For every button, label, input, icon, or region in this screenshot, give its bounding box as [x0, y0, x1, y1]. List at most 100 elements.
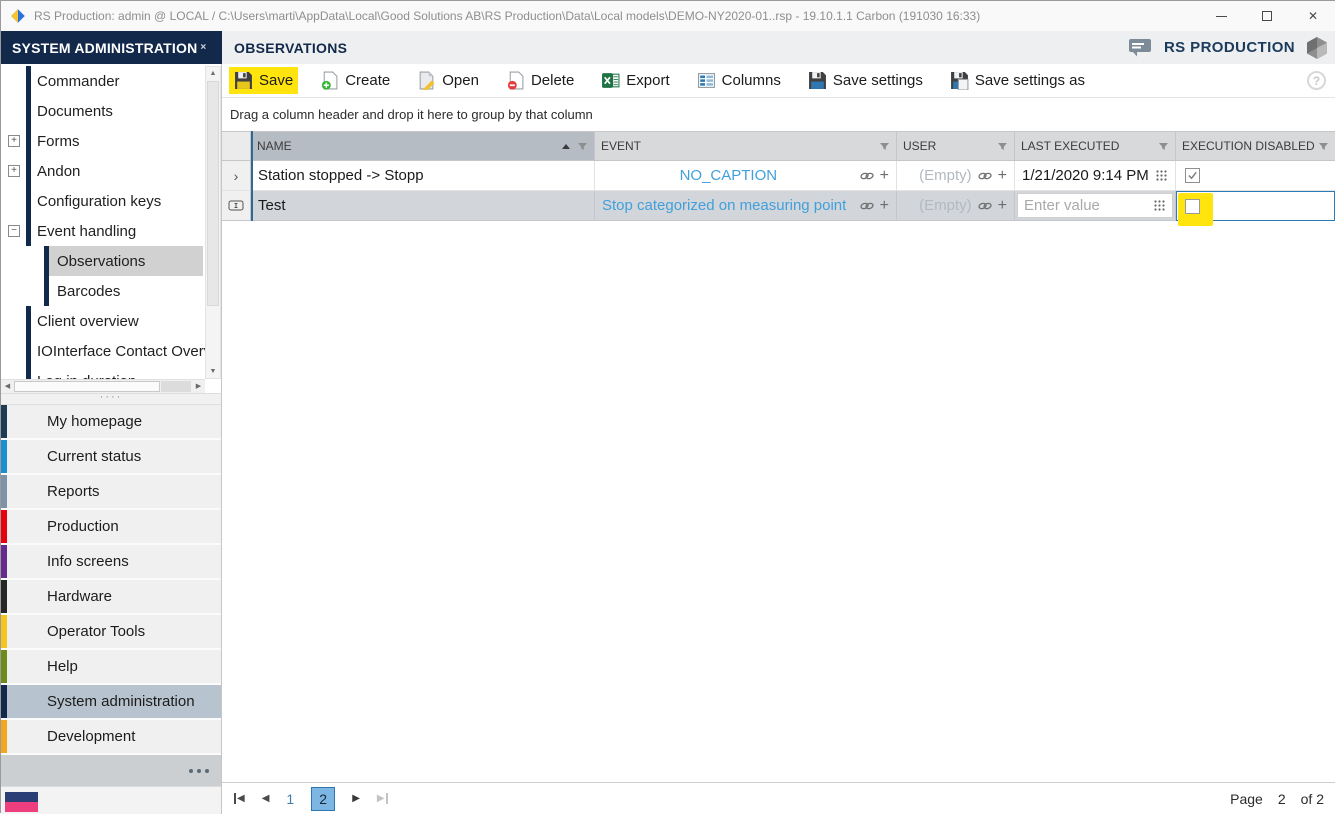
- tree-item-andon[interactable]: +Andon: [1, 156, 205, 186]
- cell-event[interactable]: NO_CAPTION +: [595, 161, 897, 191]
- cell-execution-disabled[interactable]: [1176, 161, 1335, 191]
- pager-page-1[interactable]: 1: [286, 791, 294, 807]
- tree-item-log-in-duration[interactable]: Log in duration: [1, 366, 205, 379]
- grid-row-test[interactable]: Test Stop categorized on measuring point…: [222, 191, 1335, 221]
- nav-item-system-administration[interactable]: System administration: [1, 685, 221, 720]
- page-number-field[interactable]: 2: [1278, 791, 1286, 807]
- filter-icon[interactable]: [577, 141, 588, 152]
- nav-item-reports[interactable]: Reports: [1, 475, 221, 510]
- link-icon[interactable]: [977, 170, 993, 182]
- tree-item-event-handling[interactable]: −Event handling: [1, 216, 205, 246]
- pager-first-icon[interactable]: ◀: [234, 793, 245, 804]
- tree-accent-bar: [26, 96, 31, 126]
- picker-grid-icon[interactable]: [1155, 169, 1168, 182]
- tree-item-forms[interactable]: +Forms: [1, 126, 205, 156]
- cell-execution-disabled-editor[interactable]: [1176, 191, 1335, 221]
- nav-overflow-icon[interactable]: [189, 769, 209, 773]
- link-icon[interactable]: [859, 170, 875, 182]
- feedback-bubble-icon[interactable]: [1128, 37, 1153, 58]
- column-header-user[interactable]: USER: [897, 131, 1015, 161]
- cell-user[interactable]: (Empty) +: [897, 161, 1015, 191]
- focused-cell-editor[interactable]: [1176, 191, 1335, 221]
- filter-icon[interactable]: [879, 141, 890, 152]
- cell-name[interactable]: Station stopped -> Stopp: [251, 161, 595, 191]
- panel-splitter[interactable]: ····: [1, 393, 221, 405]
- filter-icon[interactable]: [1318, 141, 1329, 152]
- nav-item-info-screens[interactable]: Info screens: [1, 545, 221, 580]
- scrollbar-thumb[interactable]: [14, 381, 160, 392]
- filter-icon[interactable]: [997, 141, 1008, 152]
- nav-item-my-homepage[interactable]: My homepage: [1, 405, 221, 440]
- module-tab-system-administration[interactable]: SYSTEM ADMINISTRATION ×: [1, 31, 222, 64]
- column-header-name[interactable]: NAME: [251, 131, 595, 161]
- checkbox-unchecked[interactable]: [1185, 199, 1200, 214]
- event-link[interactable]: NO_CAPTION: [602, 167, 855, 184]
- column-header-execution-disabled[interactable]: EXECUTION DISABLED: [1176, 131, 1335, 161]
- maximize-button[interactable]: [1244, 1, 1290, 31]
- delete-button[interactable]: Delete: [501, 67, 579, 94]
- open-button[interactable]: Open: [412, 67, 484, 94]
- group-by-panel[interactable]: Drag a column header and drop it here to…: [222, 98, 1335, 131]
- nav-item-hardware[interactable]: Hardware: [1, 580, 221, 615]
- scroll-right-icon[interactable]: ▶: [192, 380, 205, 393]
- grid-row-station-stopped[interactable]: › Station stopped -> Stopp NO_CAPTION + …: [222, 161, 1335, 191]
- tree-item-iointerface-contact-overview[interactable]: IOInterface Contact Overv: [1, 336, 205, 366]
- column-header-event[interactable]: EVENT: [595, 131, 897, 161]
- pager-prev-icon[interactable]: ◀: [262, 793, 270, 804]
- add-icon[interactable]: +: [880, 198, 889, 214]
- help-button[interactable]: ?: [1307, 71, 1326, 90]
- event-link[interactable]: Stop categorized on measuring point: [602, 197, 855, 214]
- tree-item-observations[interactable]: Observations: [1, 246, 205, 276]
- create-button[interactable]: Create: [315, 67, 395, 94]
- minimize-button[interactable]: [1198, 1, 1244, 31]
- pager-next-icon[interactable]: ▶: [352, 793, 360, 804]
- nav-color-bar: [1, 475, 7, 508]
- checkbox-checked[interactable]: [1185, 168, 1200, 183]
- admin-tree: Commander Documents +Forms +Andon Config…: [1, 66, 205, 379]
- export-button[interactable]: Export: [596, 67, 674, 94]
- add-icon[interactable]: +: [998, 168, 1007, 184]
- pager-page-2-current[interactable]: 2: [311, 787, 335, 811]
- link-icon[interactable]: [859, 200, 875, 212]
- nav-item-development[interactable]: Development: [1, 720, 221, 755]
- nav-item-help[interactable]: Help: [1, 650, 221, 685]
- tree-accent-bar: [26, 216, 31, 246]
- add-icon[interactable]: +: [880, 168, 889, 184]
- filter-icon[interactable]: [1158, 141, 1169, 152]
- cell-last-executed-editor[interactable]: [1015, 191, 1176, 221]
- maximize-icon: [1262, 11, 1272, 21]
- scroll-up-icon[interactable]: ▲: [206, 67, 220, 80]
- nav-item-operator-tools[interactable]: Operator Tools: [1, 615, 221, 650]
- pager-last-icon[interactable]: ▶: [377, 793, 388, 804]
- scrollbar-thumb[interactable]: [207, 81, 219, 306]
- expand-icon[interactable]: +: [8, 165, 20, 177]
- scroll-left-icon[interactable]: ◀: [1, 380, 14, 393]
- column-header-last-executed[interactable]: LAST EXECUTED: [1015, 131, 1176, 161]
- tree-item-documents[interactable]: Documents: [1, 96, 205, 126]
- picker-grid-icon[interactable]: [1153, 199, 1166, 212]
- cell-last-executed[interactable]: 1/21/2020 9:14 PM: [1015, 161, 1176, 191]
- tree-item-configuration-keys[interactable]: Configuration keys: [1, 186, 205, 216]
- add-icon[interactable]: +: [998, 198, 1007, 214]
- collapse-icon[interactable]: −: [8, 225, 20, 237]
- nav-item-production[interactable]: Production: [1, 510, 221, 545]
- expand-icon[interactable]: +: [8, 135, 20, 147]
- cell-user[interactable]: (Empty) +: [897, 191, 1015, 221]
- tree-item-commander[interactable]: Commander: [1, 66, 205, 96]
- tree-item-barcodes[interactable]: Barcodes: [1, 276, 205, 306]
- tree-item-client-overview[interactable]: Client overview: [1, 306, 205, 336]
- columns-button[interactable]: Columns: [692, 67, 786, 94]
- save-settings-as-button[interactable]: Save settings as: [945, 67, 1090, 94]
- tree-vertical-scrollbar[interactable]: ▲ ▼: [205, 66, 221, 379]
- link-icon[interactable]: [977, 200, 993, 212]
- save-settings-button[interactable]: Save settings: [803, 67, 928, 94]
- module-tab-close-icon[interactable]: ×: [200, 42, 206, 53]
- cell-name[interactable]: Test: [251, 191, 595, 221]
- cell-event[interactable]: Stop categorized on measuring point +: [595, 191, 897, 221]
- scroll-down-icon[interactable]: ▼: [206, 365, 220, 378]
- close-button[interactable]: ✕: [1290, 1, 1335, 31]
- save-button[interactable]: Save: [229, 67, 298, 94]
- last-executed-input[interactable]: [1024, 197, 1153, 214]
- app-icon: [10, 8, 26, 24]
- nav-item-current-status[interactable]: Current status: [1, 440, 221, 475]
